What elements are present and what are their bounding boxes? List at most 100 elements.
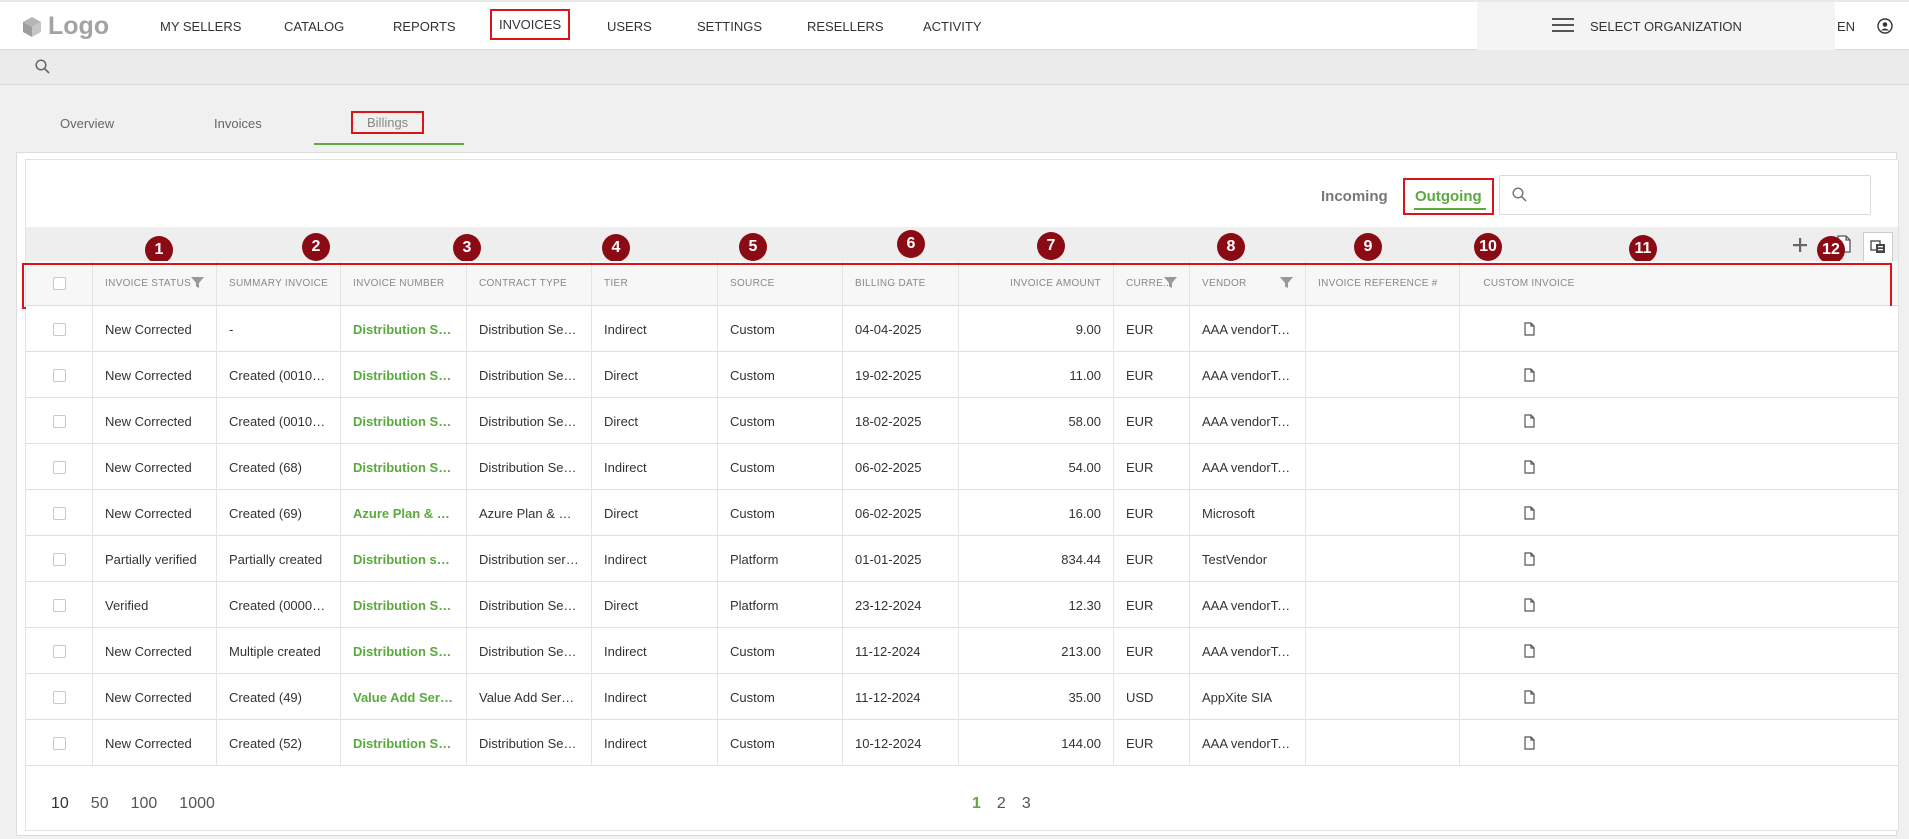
cell-summary-invoice: Created (52) [217, 720, 341, 766]
select-all-checkbox[interactable] [52, 277, 66, 290]
page-1[interactable]: 1 [972, 795, 981, 813]
document-icon[interactable] [1523, 644, 1535, 658]
table-row[interactable]: Verified Created (000048) Distribution Ser… [26, 582, 1898, 628]
cell-invoice-number[interactable]: Distribution servi... [341, 536, 467, 582]
nav-invoices[interactable]: INVOICES [489, 9, 571, 40]
cell-billing-date: 11-12-2024 [843, 674, 959, 720]
cell-invoice-number[interactable]: Distribution Servi... [341, 582, 467, 628]
table-row[interactable]: New Corrected Created (69) Azure Plan & On… [26, 490, 1898, 536]
table-row[interactable]: New Corrected - Distribution Servi... Distr… [26, 306, 1898, 352]
document-icon[interactable] [1523, 368, 1535, 382]
user-circle-icon[interactable] [1877, 18, 1893, 34]
row-checkbox[interactable] [52, 598, 66, 612]
cell-invoice-number[interactable]: Distribution Servi... [341, 398, 467, 444]
cell-invoice-number[interactable]: Distribution Servi... [341, 352, 467, 398]
document-icon[interactable] [1523, 414, 1535, 428]
tab-billings[interactable]: Billings [350, 111, 425, 134]
table-row[interactable]: Partially verified Partially created Distr… [26, 536, 1898, 582]
cell-invoice-number[interactable]: Azure Plan & One... [341, 490, 467, 536]
document-icon[interactable] [1523, 736, 1535, 750]
billings-search-input[interactable] [1538, 182, 1858, 208]
cell-invoice-number-text[interactable]: Distribution Servi... [353, 644, 454, 659]
incoming-toggle[interactable]: Incoming [1321, 188, 1388, 205]
table-row[interactable]: New Corrected Created (49) Value Add Servi… [26, 674, 1898, 720]
page-size-100[interactable]: 100 [131, 795, 158, 813]
header-custom-invoice[interactable]: CUSTOM INVOICE [1460, 261, 1598, 306]
cell-invoice-number[interactable]: Distribution Servi... [341, 720, 467, 766]
cell-invoice-number-text[interactable]: Distribution Servi... [353, 598, 454, 613]
row-checkbox[interactable] [52, 644, 66, 658]
row-checkbox[interactable] [52, 736, 66, 750]
row-checkbox[interactable] [52, 414, 66, 428]
column-chooser-button[interactable] [1863, 232, 1893, 262]
cell-invoice-number-text[interactable]: Azure Plan & One... [353, 506, 454, 521]
header-tier[interactable]: TIER [592, 261, 718, 306]
nav-resellers[interactable]: RESELLERS [807, 19, 884, 34]
document-icon[interactable] [1523, 552, 1535, 566]
header-vendor[interactable]: VENDOR [1190, 261, 1306, 306]
nav-users[interactable]: USERS [607, 19, 652, 34]
search-icon[interactable] [35, 59, 50, 74]
cell-invoice-number-text[interactable]: Distribution Servi... [353, 460, 454, 475]
cell-invoice-number-text[interactable]: Distribution servi... [353, 552, 454, 567]
header-summary-invoice[interactable]: SUMMARY INVOICE [217, 261, 341, 306]
nav-settings[interactable]: SETTINGS [697, 19, 762, 34]
plus-icon[interactable] [1793, 238, 1807, 252]
row-checkbox[interactable] [52, 460, 66, 474]
filter-funnel-icon[interactable] [191, 276, 204, 289]
row-checkbox[interactable] [52, 368, 66, 382]
nav-catalog[interactable]: CATALOG [284, 19, 344, 34]
app-logo[interactable]: Logo [22, 12, 109, 41]
cell-invoice-number[interactable]: Distribution Servi... [341, 306, 467, 352]
row-checkbox[interactable] [52, 690, 66, 704]
document-icon[interactable] [1523, 460, 1535, 474]
cell-invoice-number[interactable]: Value Add Service... [341, 674, 467, 720]
tab-invoices[interactable]: Invoices [214, 116, 262, 131]
header-invoice-number[interactable]: INVOICE NUMBER [341, 261, 467, 306]
header-billing-date[interactable]: BILLING DATE [843, 261, 959, 306]
filter-funnel-icon[interactable] [1280, 276, 1293, 289]
cell-invoice-number-text[interactable]: Value Add Service... [353, 690, 454, 705]
page-size-50[interactable]: 50 [91, 795, 109, 813]
table-row[interactable]: New Corrected Created (001000) Distributio… [26, 398, 1898, 444]
cell-invoice-amount: 35.00 [959, 674, 1114, 720]
filter-funnel-icon[interactable] [1164, 276, 1177, 289]
document-icon[interactable] [1523, 690, 1535, 704]
header-invoice-amount[interactable]: INVOICE AMOUNT [959, 261, 1114, 306]
cell-currency-text: EUR [1126, 643, 1154, 659]
table-row[interactable]: New Corrected Created (68) Distribution Se… [26, 444, 1898, 490]
header-source[interactable]: SOURCE [718, 261, 843, 306]
cell-invoice-number[interactable]: Distribution Servi... [341, 628, 467, 674]
page-size-1000[interactable]: 1000 [179, 795, 215, 813]
nav-my-sellers[interactable]: MY SELLERS [160, 19, 241, 34]
tab-overview[interactable]: Overview [60, 116, 114, 131]
cell-invoice-number-text[interactable]: Distribution Servi... [353, 368, 454, 383]
page-size-10[interactable]: 10 [51, 795, 69, 813]
cell-invoice-number-text[interactable]: Distribution Servi... [353, 414, 454, 429]
document-icon[interactable] [1523, 598, 1535, 612]
row-select-cell [26, 582, 93, 628]
header-contract-type[interactable]: CONTRACT TYPE [467, 261, 592, 306]
document-icon[interactable] [1523, 322, 1535, 336]
document-icon[interactable] [1523, 506, 1535, 520]
header-invoice-reference[interactable]: INVOICE REFERENCE # [1306, 261, 1460, 306]
header-currency[interactable]: CURRE... [1114, 261, 1190, 306]
table-row[interactable]: New Corrected Multiple created Distributio… [26, 628, 1898, 674]
cell-invoice-number-text[interactable]: Distribution Servi... [353, 736, 454, 751]
language-selector[interactable]: EN [1837, 19, 1855, 34]
row-checkbox[interactable] [52, 322, 66, 336]
header-invoice-status[interactable]: INVOICE STATUS [93, 261, 217, 306]
cell-invoice-number[interactable]: Distribution Servi... [341, 444, 467, 490]
page-2[interactable]: 2 [997, 795, 1006, 813]
cell-invoice-number-text[interactable]: Distribution Servi... [353, 322, 454, 337]
nav-activity[interactable]: ACTIVITY [923, 19, 982, 34]
cell-vendor-text: AppXite SIA [1202, 689, 1273, 705]
select-organization-button[interactable]: SELECT ORGANIZATION [1477, 2, 1835, 50]
table-row[interactable]: New Corrected Created (001001`) Distributi… [26, 352, 1898, 398]
cell-invoice-status: New Corrected [93, 720, 217, 766]
row-checkbox[interactable] [52, 552, 66, 566]
row-checkbox[interactable] [52, 506, 66, 520]
nav-reports[interactable]: REPORTS [393, 19, 456, 34]
table-row[interactable]: New Corrected Created (52) Distribution Se… [26, 720, 1898, 766]
page-3[interactable]: 3 [1022, 795, 1031, 813]
